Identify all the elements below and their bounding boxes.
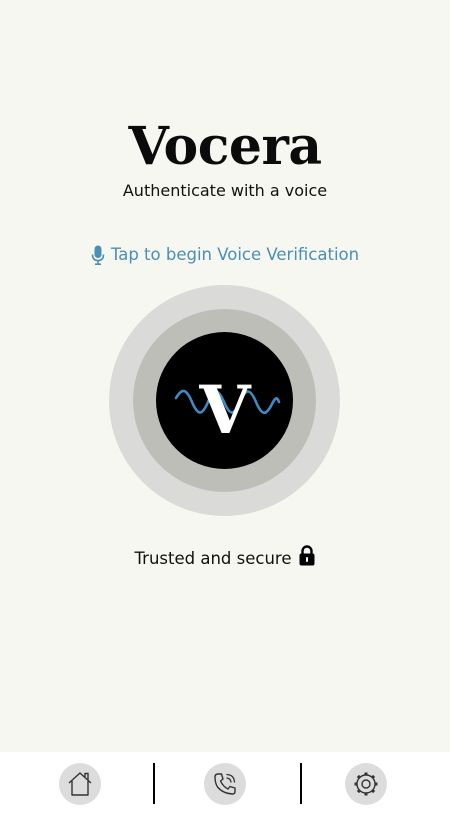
nav-settings-button[interactable] bbox=[345, 763, 387, 805]
app-subtitle: Authenticate with a voice bbox=[122, 181, 328, 200]
nav-calls-button[interactable] bbox=[204, 763, 246, 805]
security-notice: Trusted and secure bbox=[0, 544, 450, 573]
phone-call-icon bbox=[214, 773, 236, 795]
microphone-icon bbox=[91, 245, 105, 265]
voice-verification-button[interactable]: V bbox=[109, 285, 340, 516]
nav-home-button[interactable] bbox=[59, 763, 101, 805]
begin-voice-verification-link[interactable]: Tap to begin Voice Verification bbox=[0, 243, 450, 267]
bottom-navigation bbox=[0, 752, 450, 814]
security-text: Trusted and secure bbox=[134, 548, 292, 568]
lock-icon bbox=[299, 544, 315, 573]
app-title: Vocera bbox=[128, 116, 322, 177]
voice-verification-label: Tap to begin Voice Verification bbox=[110, 245, 360, 264]
logo-letter: V bbox=[198, 371, 252, 449]
nav-divider bbox=[153, 763, 155, 804]
gear-icon bbox=[354, 772, 378, 796]
nav-divider bbox=[300, 763, 302, 804]
voice-button-middle-ring: V bbox=[133, 309, 316, 492]
vocera-logo: V bbox=[156, 332, 293, 469]
home-icon bbox=[68, 772, 92, 796]
